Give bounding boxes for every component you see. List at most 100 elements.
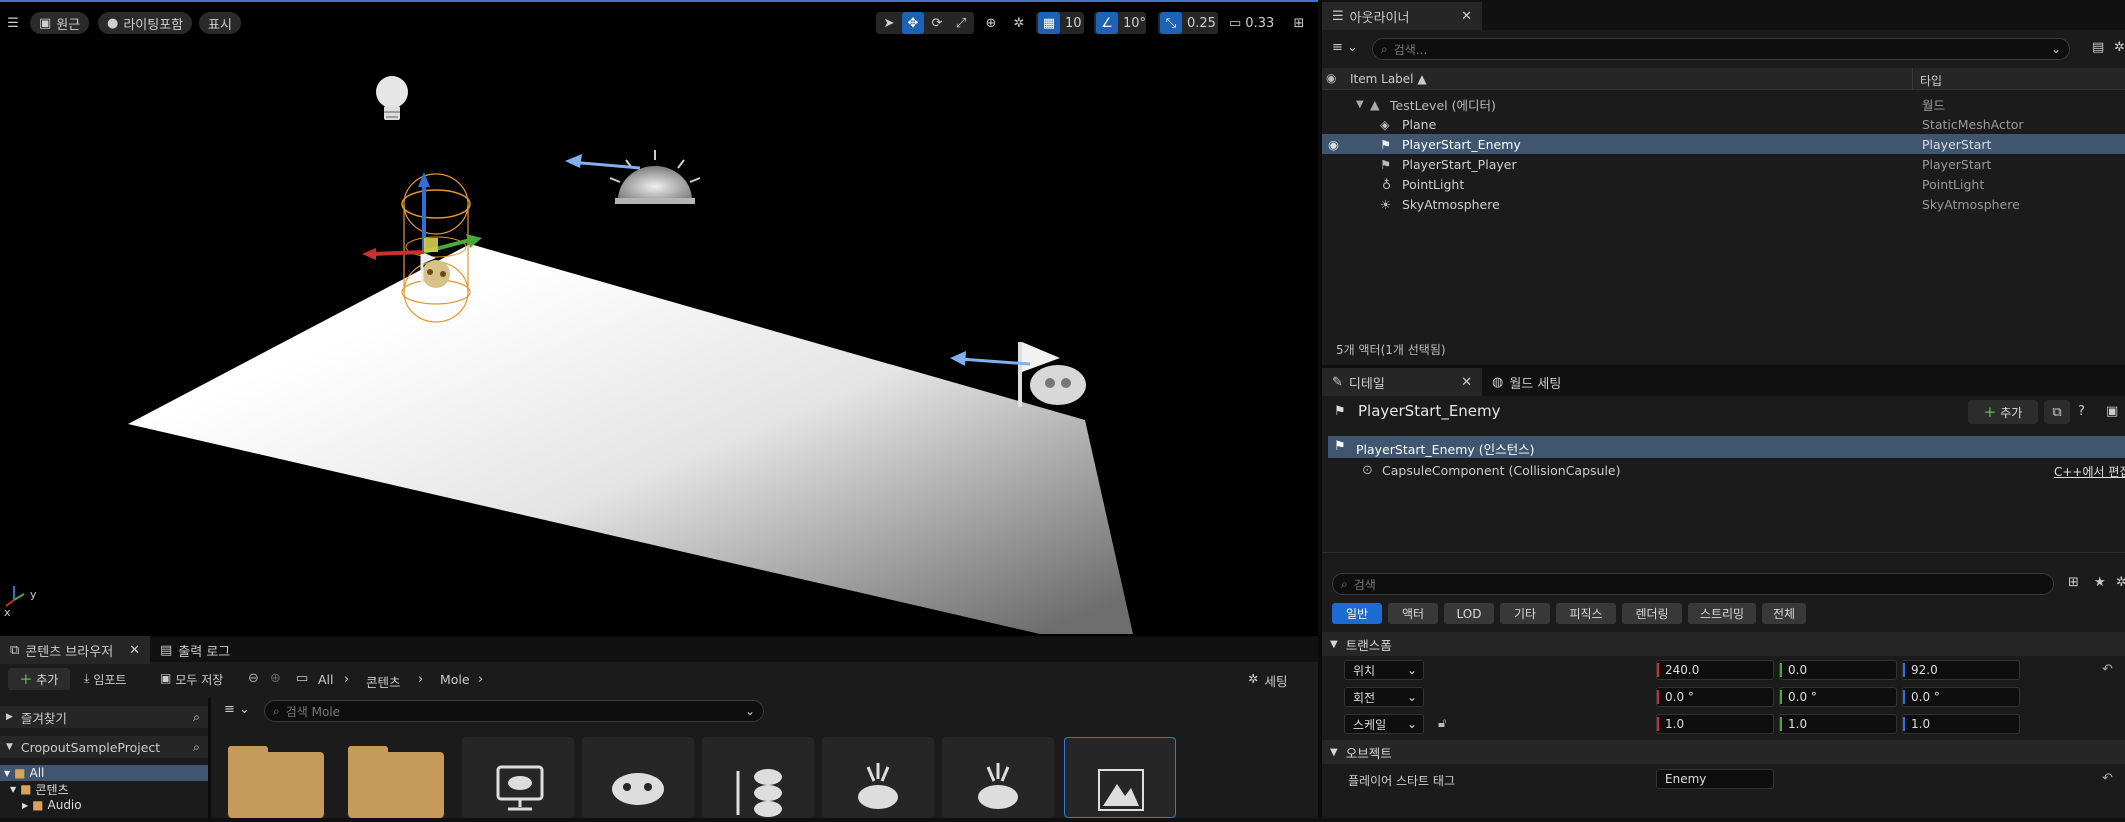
- cpp-edit-link[interactable]: C++에서 편집: [2054, 463, 2125, 480]
- rotate-tool-icon[interactable]: ⟳: [926, 12, 948, 34]
- filter-icon[interactable]: ≡ ⌄: [224, 702, 250, 717]
- category-lod[interactable]: LOD: [1444, 603, 1494, 624]
- import-button[interactable]: ⤓ 임포트: [84, 671, 126, 688]
- breadcrumb-content[interactable]: 콘텐츠: [366, 672, 401, 691]
- asset-tile-game-mode[interactable]: [462, 737, 574, 818]
- close-icon[interactable]: ✕: [1461, 375, 1472, 390]
- category-actor[interactable]: 액터: [1388, 603, 1438, 624]
- location-z-field[interactable]: 92.0: [1902, 660, 2020, 680]
- back-arrow-icon[interactable]: ⊖: [248, 671, 259, 686]
- favorites-header[interactable]: ▶ 즐겨찾기 ⌕: [0, 706, 208, 728]
- select-tool-icon[interactable]: ➤: [878, 12, 900, 34]
- rotation-y-field[interactable]: 0.0 °: [1779, 687, 1897, 707]
- rotation-snap-value[interactable]: 10°: [1120, 12, 1149, 34]
- show-button[interactable]: 표시: [199, 12, 241, 34]
- outliner-row-plane[interactable]: ◈ Plane StaticMeshActor: [1322, 114, 2125, 134]
- tab-outliner[interactable]: ☰ 아웃라이너 ✕: [1322, 2, 1482, 30]
- outliner-root-row[interactable]: ▼ ▲ TestLevel (에디터) 월드: [1322, 94, 2125, 114]
- tree-item-all[interactable]: ▼ ■ All: [0, 765, 208, 781]
- scale-tool-icon[interactable]: ⤢: [950, 12, 972, 34]
- settings-icon[interactable]: ✲: [2116, 575, 2125, 590]
- viewport-menu-icon[interactable]: ☰: [2, 12, 24, 34]
- rotation-mode-dropdown[interactable]: 회전 ⌄: [1344, 687, 1424, 707]
- scale-snap-value[interactable]: 0.25: [1184, 12, 1219, 34]
- close-icon[interactable]: ✕: [1461, 9, 1472, 24]
- tree-item-content[interactable]: ▼ ■ 콘텐츠: [10, 781, 69, 797]
- level-viewport[interactable]: y x ☰ ▣ 원근 ● 라이팅포함 표시 ➤ ✥ ⟳ ⤢ ⊕ ✲ ▦ 10 ∠…: [0, 0, 1318, 636]
- actor-name[interactable]: PlayerStart_Enemy: [1358, 402, 1501, 420]
- cb-search-input[interactable]: ⌕ 검색 Mole ⌄: [264, 700, 764, 722]
- close-icon[interactable]: ✕: [129, 643, 140, 658]
- cb-settings-button[interactable]: ✲ 세팅: [1248, 671, 1288, 690]
- reset-location-icon[interactable]: ↶: [2102, 662, 2113, 677]
- visibility-eye-icon[interactable]: ◉: [1328, 137, 1339, 152]
- category-all[interactable]: 전체: [1762, 603, 1806, 624]
- tab-details[interactable]: ✎ 디테일 ✕: [1322, 368, 1482, 396]
- folder-tile-icon[interactable]: [228, 746, 324, 818]
- outliner-search-input[interactable]: ⌕ 검색... ⌄: [1372, 38, 2070, 60]
- column-item-label[interactable]: Item Label ▲: [1350, 72, 1427, 86]
- splitter[interactable]: [208, 698, 211, 818]
- surface-snap-icon[interactable]: ✲: [1008, 12, 1030, 34]
- scale-lock-icon[interactable]: 🔓︎: [1438, 716, 1446, 731]
- scale-x-field[interactable]: 1.0: [1656, 714, 1774, 734]
- location-y-field[interactable]: 0.0: [1779, 660, 1897, 680]
- search-icon[interactable]: ⌕: [193, 739, 200, 755]
- outliner-row-skyatmosphere[interactable]: ☀ SkyAtmosphere SkyAtmosphere: [1322, 194, 2125, 214]
- tab-world-settings[interactable]: ◍ 월드 세팅: [1482, 368, 1571, 396]
- rotation-snap-icon[interactable]: ∠: [1096, 12, 1118, 34]
- location-mode-dropdown[interactable]: 위치 ⌄: [1344, 660, 1424, 680]
- asset-tile-player-start-a[interactable]: [822, 737, 934, 818]
- category-physics[interactable]: 피직스: [1556, 603, 1616, 624]
- viewport-layout-icon[interactable]: ⊞: [1288, 12, 1310, 34]
- tab-content-browser[interactable]: ⧉ 콘텐츠 브라우저 ✕: [0, 636, 150, 664]
- add-component-button[interactable]: + 추가: [1968, 400, 2038, 424]
- category-rendering[interactable]: 렌더링: [1622, 603, 1682, 624]
- grid-snap-icon[interactable]: ▦: [1038, 12, 1060, 34]
- cb-add-button[interactable]: + 추가: [8, 668, 70, 690]
- folder-tile-icon[interactable]: [348, 746, 444, 818]
- lock-icon[interactable]: ▣: [2106, 404, 2118, 419]
- blueprint-icon[interactable]: ⧉: [2044, 400, 2070, 424]
- search-icon[interactable]: ⌕: [193, 709, 200, 725]
- grid-snap-value[interactable]: 10: [1062, 12, 1085, 34]
- transform-section-header[interactable]: ▼ 트랜스폼: [1322, 632, 2125, 656]
- outliner-row-playerstart-player[interactable]: ⚑ PlayerStart_Player PlayerStart: [1322, 154, 2125, 174]
- help-icon[interactable]: ?: [2078, 404, 2085, 419]
- location-x-field[interactable]: 240.0: [1656, 660, 1774, 680]
- rotation-x-field[interactable]: 0.0 °: [1656, 687, 1774, 707]
- category-streaming[interactable]: 스트리밍: [1688, 603, 1756, 624]
- camera-speed-button[interactable]: ▭ 0.33: [1226, 12, 1277, 34]
- column-type[interactable]: 타입: [1920, 72, 1942, 89]
- scale-y-field[interactable]: 1.0: [1779, 714, 1897, 734]
- tab-output-log[interactable]: ▤ 출력 로그: [150, 636, 240, 664]
- breadcrumb-all[interactable]: All: [318, 672, 334, 687]
- settings-icon[interactable]: ✲: [2114, 40, 2125, 55]
- asset-tile-controller[interactable]: [582, 737, 694, 818]
- save-all-button[interactable]: ▣ 모두 저장: [160, 671, 223, 688]
- scale-z-field[interactable]: 1.0: [1902, 714, 2020, 734]
- expand-arrow-icon[interactable]: ▼: [1356, 99, 1364, 110]
- component-instance-row[interactable]: ⚑ PlayerStart_Enemy (인스턴스): [1328, 436, 2125, 458]
- filter-icon[interactable]: ≡ ⌄: [1332, 40, 1358, 55]
- forward-arrow-icon[interactable]: ⊕: [270, 671, 281, 686]
- tree-item-audio[interactable]: ▶ ■ Audio: [22, 797, 82, 813]
- add-folder-icon[interactable]: ▤: [2092, 40, 2104, 55]
- visibility-header-icon[interactable]: ◉: [1326, 71, 1336, 85]
- category-misc[interactable]: 기타: [1500, 603, 1550, 624]
- outliner-row-playerstart-enemy[interactable]: ◉ ⚑ PlayerStart_Enemy PlayerStart: [1322, 134, 2125, 154]
- world-space-icon[interactable]: ⊕: [980, 12, 1002, 34]
- breadcrumb-mole[interactable]: Mole: [440, 672, 470, 687]
- component-capsule-row[interactable]: ⊙ CapsuleComponent (CollisionCapsule) C+…: [1322, 460, 2125, 482]
- outliner-row-pointlight[interactable]: ♁ PointLight PointLight: [1322, 174, 2125, 194]
- perspective-button[interactable]: ▣ 원근: [30, 12, 90, 34]
- property-matrix-icon[interactable]: ⊞: [2068, 575, 2079, 590]
- favorite-star-icon[interactable]: ★: [2094, 575, 2106, 590]
- asset-tile-player-start-b[interactable]: [942, 737, 1054, 818]
- asset-tile-controller-list[interactable]: [702, 737, 814, 818]
- scale-snap-icon[interactable]: ⤡: [1160, 12, 1182, 34]
- lighting-mode-button[interactable]: ● 라이팅포함: [98, 12, 193, 34]
- translate-tool-icon[interactable]: ✥: [902, 12, 924, 34]
- project-header[interactable]: ▼ CropoutSampleProject ⌕: [0, 736, 208, 758]
- reset-tag-icon[interactable]: ↶: [2102, 771, 2113, 786]
